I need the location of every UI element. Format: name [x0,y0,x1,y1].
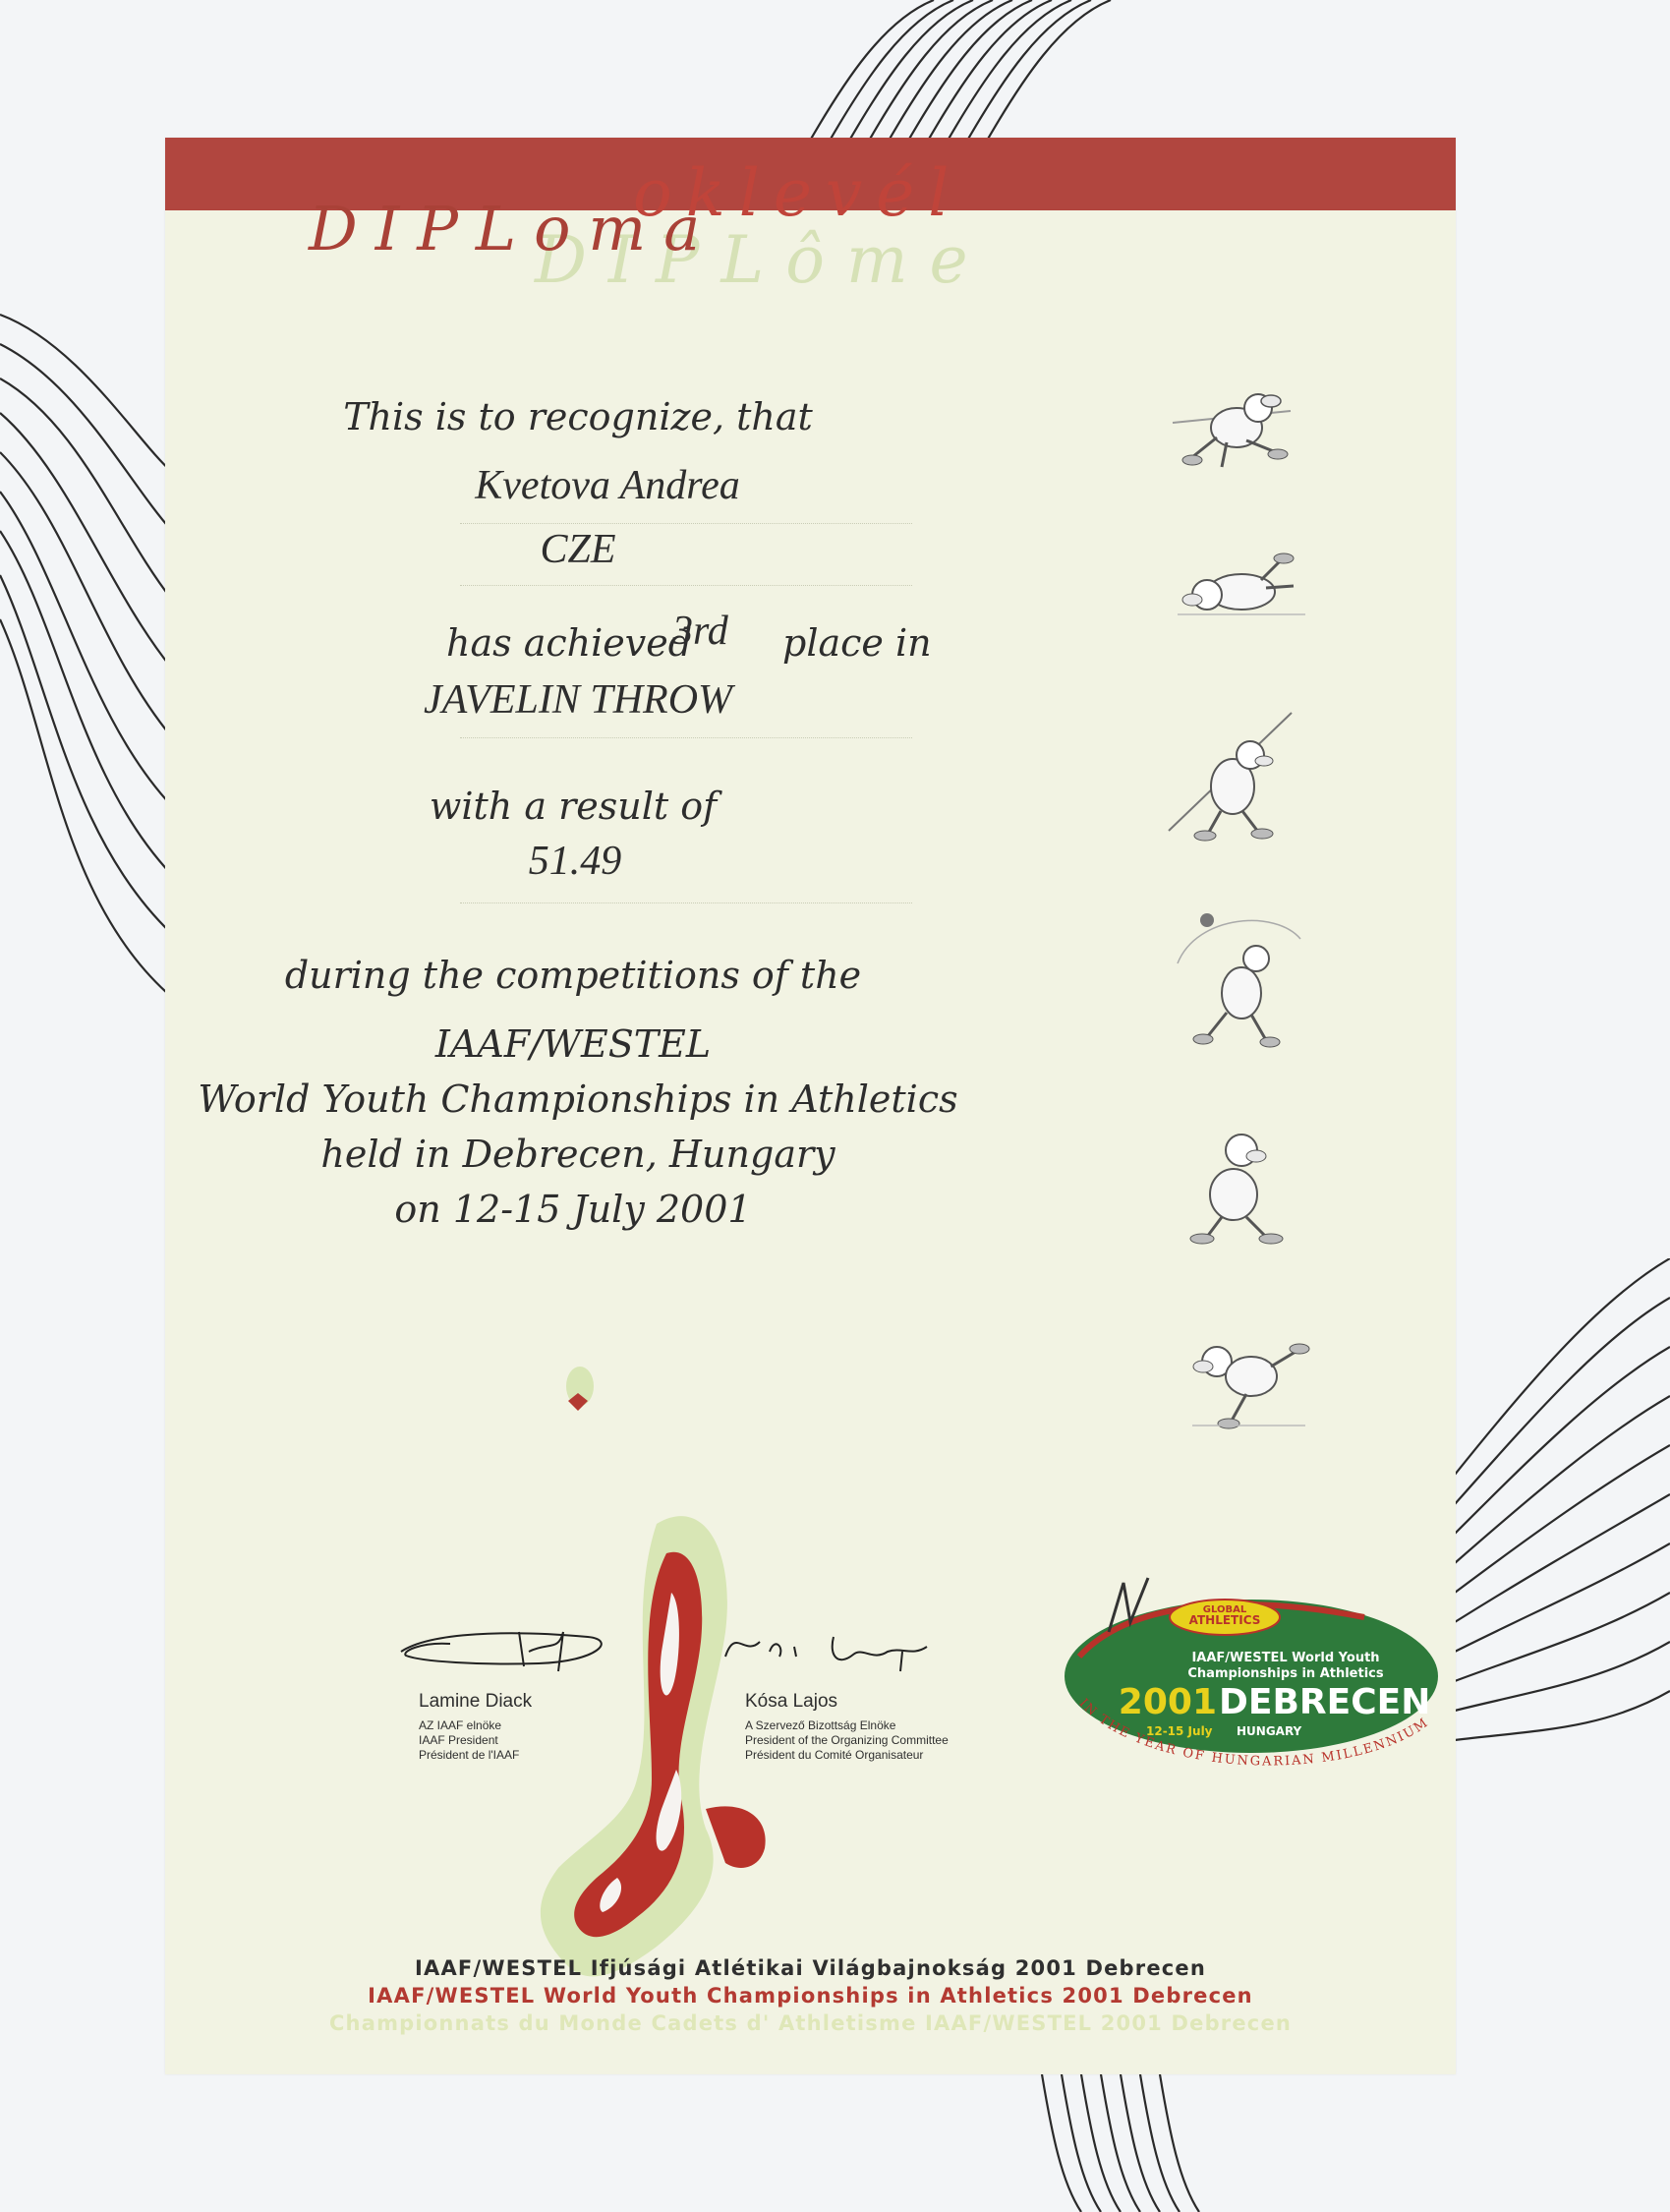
signatory-role: AZ IAAF elnöke [419,1718,502,1732]
logo-badge-line2: ATHLETICS [1189,1613,1261,1627]
logo-year: 2001 [1119,1682,1217,1722]
mascot-high-jump-sketch [1168,374,1305,482]
signatory-role: Président du Comité Organisateur [745,1748,924,1762]
dotted-rule [460,737,912,738]
wave-lines-right [1455,1258,1670,1742]
dates: on 12-15 July 2001 [394,1188,752,1231]
recognize-line: This is to recognize, that [343,395,813,438]
signatory-role: Président de l'IAAF [419,1748,520,1762]
championship: World Youth Championships in Athletics [198,1077,958,1121]
mascot-javelin-sketch [1164,708,1301,845]
logo-title-line2: Championships in Athletics [1187,1666,1383,1681]
country-code: CZE [540,527,616,572]
signature-diack [400,1631,603,1672]
signatory-role: President of the Organizing Committee [745,1733,949,1747]
event-name: JAVELIN THROW [423,677,733,723]
logo-country: HUNGARY [1237,1724,1302,1738]
wave-lines-bottom [1040,2074,1200,2212]
footer-french: Championnats du Monde Cadets d' Athletis… [328,2011,1293,2035]
athlete-name: Kvetova Andrea [475,463,740,508]
logo-title-line1: IAAF/WESTEL World Youth [1191,1651,1379,1665]
result-value: 51.49 [528,839,622,884]
footer-english: IAAF/WESTEL World Youth Championships in… [368,1984,1253,2008]
achieved-prefix: has achieved [446,621,693,665]
logo-city: DEBRECEN [1219,1682,1430,1722]
signatory-diack: Lamine Diack AZ IAAF elnöke IAAF Preside… [419,1691,532,1763]
wave-lines-left [0,313,172,993]
signatory-role: A Szervező Bizottság Elnöke [745,1718,896,1732]
mascot-hurdle-sketch [1178,1327,1315,1435]
location: held in Debrecen, Hungary [320,1133,835,1176]
competition-intro: during the competitions of the [284,954,862,997]
mascot-sprint-start-sketch [1168,541,1315,639]
logo-dates: 12-15 July [1146,1724,1213,1738]
dotted-rule [460,902,912,903]
championship-logo: GLOBAL ATHLETICS IAAF/WESTEL World Youth… [1065,1577,1438,1770]
signature-kosa [724,1636,928,1672]
signatory-name: Lamine Diack [419,1691,533,1712]
dotted-rule [460,585,912,586]
dotted-rule [460,523,912,524]
wave-lines-top [805,0,1112,147]
mascot-standing-sketch [1173,1121,1300,1249]
signatory-role: IAAF President [419,1733,498,1747]
mascot-hammer-throw-sketch [1168,904,1305,1052]
place: 3rd [672,609,728,654]
signatory-name: Kósa Lajos [745,1691,838,1712]
signatory-kosa: Kósa Lajos A Szervező Bizottság Elnöke P… [745,1691,949,1763]
achieved-suffix: place in [782,621,932,665]
title-hungarian: oklevél [633,155,963,231]
result-prefix: with a result of [429,785,718,828]
footer-hungarian: IAAF/WESTEL Ifjúsági Atlétikai Világbajn… [415,1956,1206,1980]
organizer: IAAF/WESTEL [434,1022,712,1066]
diploma-document: DIPLôme DIPLoma oklevél This is to recog… [165,138,1456,2074]
